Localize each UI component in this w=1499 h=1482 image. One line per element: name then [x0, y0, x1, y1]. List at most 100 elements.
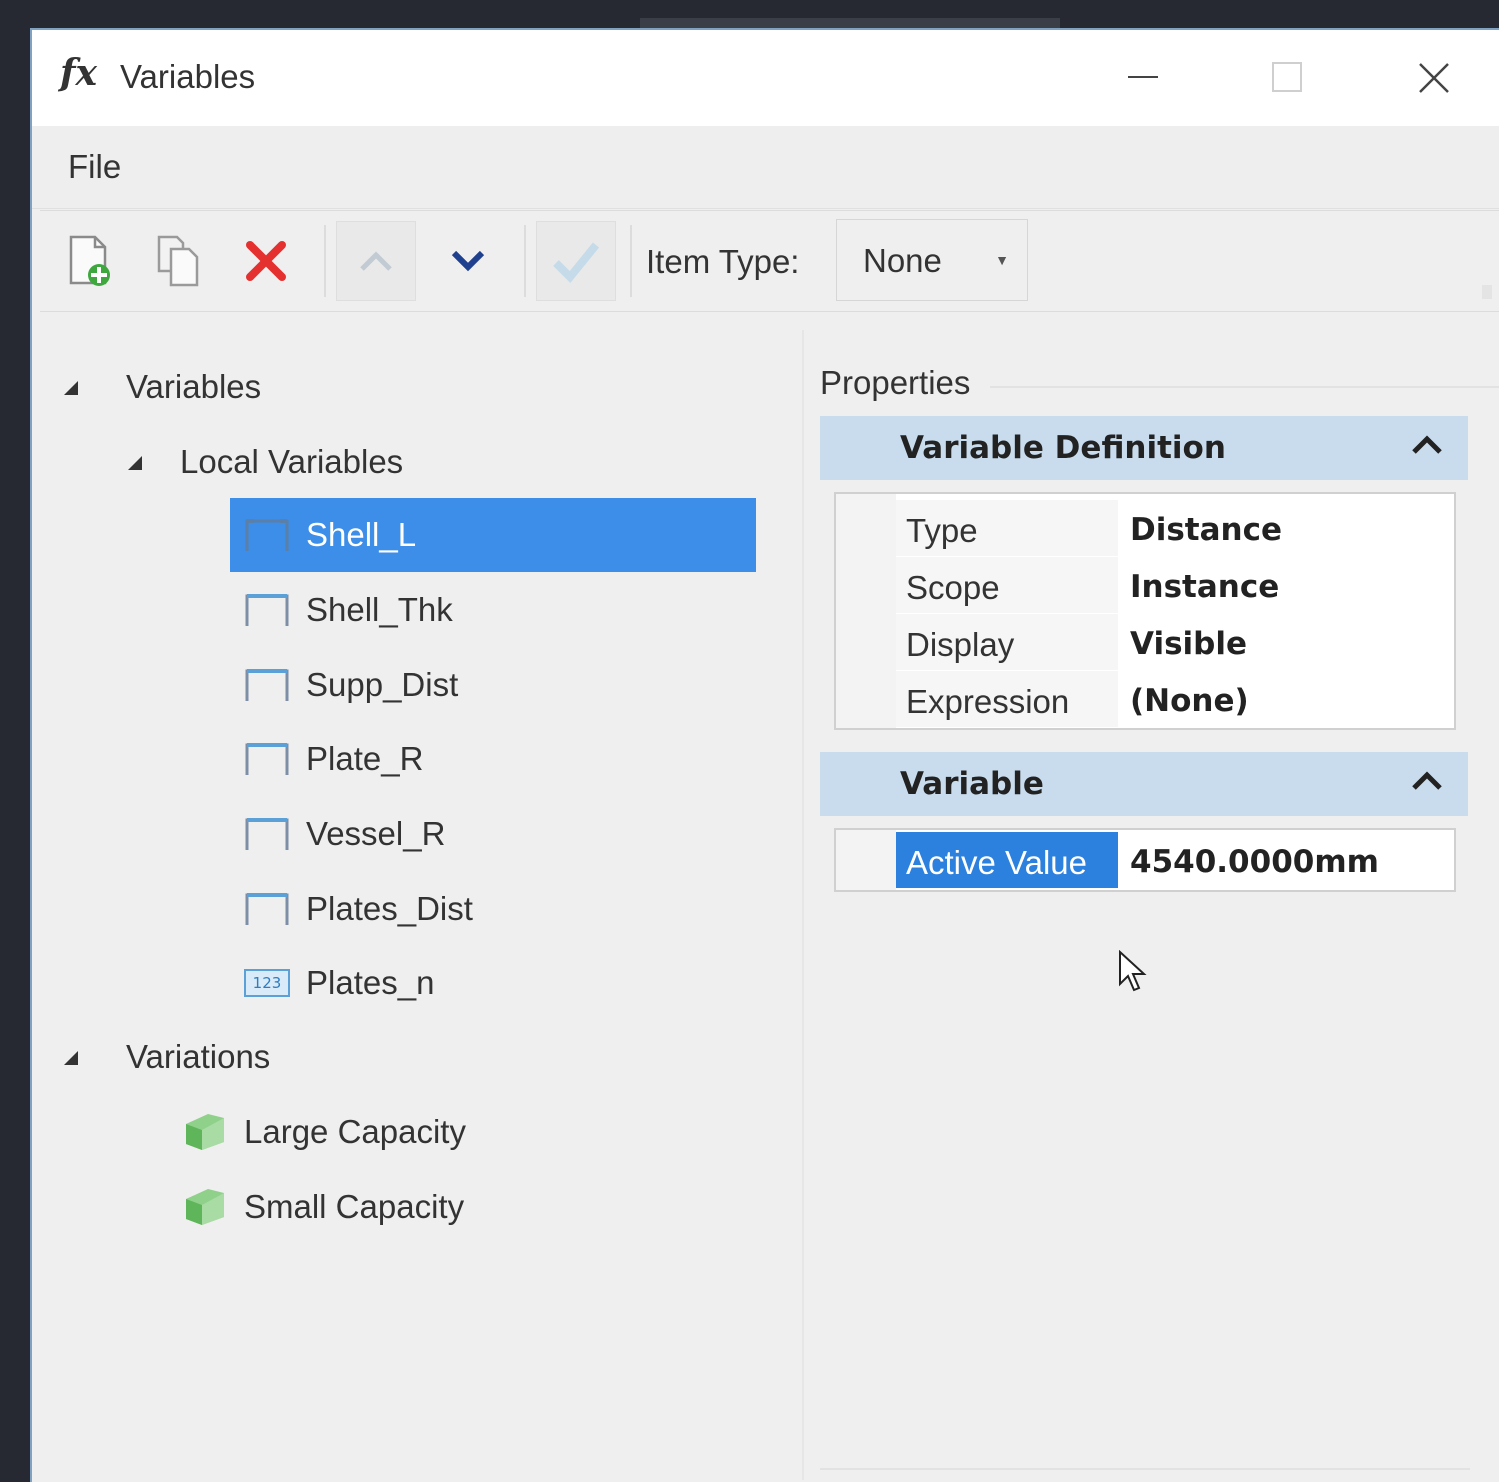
- variation-icon: [186, 1114, 224, 1150]
- distance-icon: [244, 891, 290, 927]
- property-key: Active Value: [906, 844, 1087, 881]
- maximize-button[interactable]: [1258, 50, 1318, 106]
- property-key: Display: [906, 626, 1015, 664]
- check-icon: [553, 242, 600, 283]
- collapse-chevron-icon[interactable]: [1410, 770, 1444, 792]
- property-key: Type: [906, 512, 978, 550]
- properties-title: Properties: [820, 364, 971, 401]
- toolbar: Item Type: None ▼: [40, 210, 1499, 312]
- variable-item-supp-dist[interactable]: Supp_Dist: [230, 648, 756, 722]
- fx-icon: fx: [60, 52, 97, 94]
- toolbar-separator: [324, 225, 326, 297]
- mouse-cursor-icon: [1119, 950, 1147, 992]
- tree-node-local-variables[interactable]: Local Variables: [126, 425, 403, 499]
- close-icon: [1419, 63, 1449, 93]
- menu-file[interactable]: File: [68, 148, 121, 186]
- variation-item-small-capacity[interactable]: Small Capacity: [182, 1170, 464, 1244]
- move-down-button[interactable]: [428, 221, 508, 301]
- property-key: Scope: [906, 569, 1000, 607]
- section-title: Variable Definition: [900, 430, 1226, 466]
- property-row-scope[interactable]: Scope Instance: [896, 557, 1452, 613]
- variable-label: Plates_n: [306, 964, 435, 1001]
- variation-label: Small Capacity: [244, 1188, 465, 1225]
- variable-item-plate-r[interactable]: Plate_R: [230, 722, 756, 796]
- distance-icon: [244, 741, 290, 777]
- active-value-key: Active Value: [896, 832, 1118, 888]
- property-value: (None): [1130, 683, 1249, 719]
- property-key: Expression: [906, 683, 1070, 721]
- background-window-strip: [640, 18, 1060, 28]
- variable-definition-grid: Type Distance Scope Instance Display Vis…: [834, 492, 1456, 730]
- toolbar-overflow-grip[interactable]: [1482, 285, 1492, 299]
- distance-icon: [244, 517, 290, 553]
- item-type-value: None: [863, 242, 942, 279]
- collapse-chevron-icon[interactable]: [1410, 434, 1444, 456]
- window-title: Variables: [120, 58, 256, 95]
- variation-label: Large Capacity: [244, 1113, 466, 1150]
- variation-item-large-capacity[interactable]: Large Capacity: [182, 1095, 466, 1169]
- property-value: Visible: [1130, 626, 1247, 662]
- variable-item-shell-thk[interactable]: Shell_Thk: [230, 573, 756, 647]
- variable-item-shell-l[interactable]: Shell_L: [230, 498, 756, 572]
- variable-grid: Active Value 4540.0000mm: [834, 828, 1456, 892]
- variation-icon: [186, 1189, 224, 1225]
- title-bar[interactable]: fx Variables: [32, 30, 1499, 126]
- grid-gutter: [836, 494, 896, 728]
- variable-header[interactable]: Variable: [820, 752, 1468, 816]
- variable-item-plates-dist[interactable]: Plates_Dist: [230, 872, 756, 946]
- tree-node-variables[interactable]: Variables: [62, 350, 261, 424]
- distance-icon: [244, 592, 290, 628]
- variable-label: Supp_Dist: [306, 666, 459, 703]
- properties-bottom-border: [820, 1468, 1470, 1470]
- property-row-display[interactable]: Display Visible: [896, 614, 1452, 670]
- expand-triangle-icon: [128, 456, 142, 470]
- new-variable-icon: [69, 235, 110, 286]
- dropdown-arrow-icon: ▼: [995, 252, 1009, 268]
- toolbar-separator: [524, 225, 526, 297]
- number-icon: 123: [244, 969, 290, 997]
- variable-label: Vessel_R: [306, 815, 446, 852]
- tree-label-variables: Variables: [126, 368, 262, 405]
- variables-tree: Variables Local Variables Shell_L Shell_…: [32, 330, 792, 1480]
- tree-node-variations[interactable]: Variations: [62, 1020, 270, 1094]
- expand-triangle-icon: [64, 381, 78, 395]
- active-value-field[interactable]: 4540.0000mm: [1130, 844, 1379, 880]
- minimize-button[interactable]: [1114, 50, 1174, 106]
- copy-button[interactable]: [138, 221, 218, 301]
- apply-button[interactable]: [536, 221, 616, 301]
- grid-gutter: [836, 830, 896, 890]
- property-value: Distance: [1130, 512, 1283, 548]
- close-button[interactable]: [1404, 50, 1464, 106]
- distance-icon: [244, 816, 290, 852]
- variable-item-vessel-r[interactable]: Vessel_R: [230, 797, 756, 871]
- tree-label-local-variables: Local Variables: [180, 443, 404, 480]
- variable-definition-header[interactable]: Variable Definition: [820, 416, 1468, 480]
- tree-label-variations: Variations: [126, 1038, 271, 1075]
- distance-icon: [244, 667, 290, 703]
- chevron-up-icon: [360, 251, 392, 271]
- property-row-type[interactable]: Type Distance: [896, 500, 1452, 556]
- toolbar-separator: [630, 225, 632, 297]
- new-variable-button[interactable]: [50, 221, 130, 301]
- delete-icon: [246, 241, 286, 281]
- property-row-active-value[interactable]: Active Value 4540.0000mm: [896, 832, 1452, 888]
- item-type-dropdown[interactable]: None ▼: [836, 219, 1028, 301]
- property-value: Instance: [1130, 569, 1280, 605]
- section-title: Variable: [900, 766, 1044, 802]
- chevron-down-icon: [451, 250, 485, 272]
- copy-icon: [157, 235, 199, 287]
- variable-label: Shell_L: [306, 516, 417, 553]
- properties-divider: [990, 386, 1499, 388]
- panel-splitter[interactable]: [802, 330, 804, 1480]
- property-row-expression[interactable]: Expression (None): [896, 671, 1452, 727]
- variable-label: Plates_Dist: [306, 890, 473, 927]
- variable-item-plates-n[interactable]: 123 Plates_n: [230, 946, 756, 1020]
- move-up-button[interactable]: [336, 221, 416, 301]
- menu-bar: File: [32, 126, 1499, 209]
- variables-window: fx Variables File Item Type: None ▼ Vari…: [30, 28, 1499, 1482]
- expand-triangle-icon: [64, 1051, 78, 1065]
- variable-label: Plate_R: [306, 740, 424, 777]
- item-type-label: Item Type:: [646, 243, 800, 280]
- delete-button[interactable]: [226, 221, 306, 301]
- variable-label: Shell_Thk: [306, 591, 453, 628]
